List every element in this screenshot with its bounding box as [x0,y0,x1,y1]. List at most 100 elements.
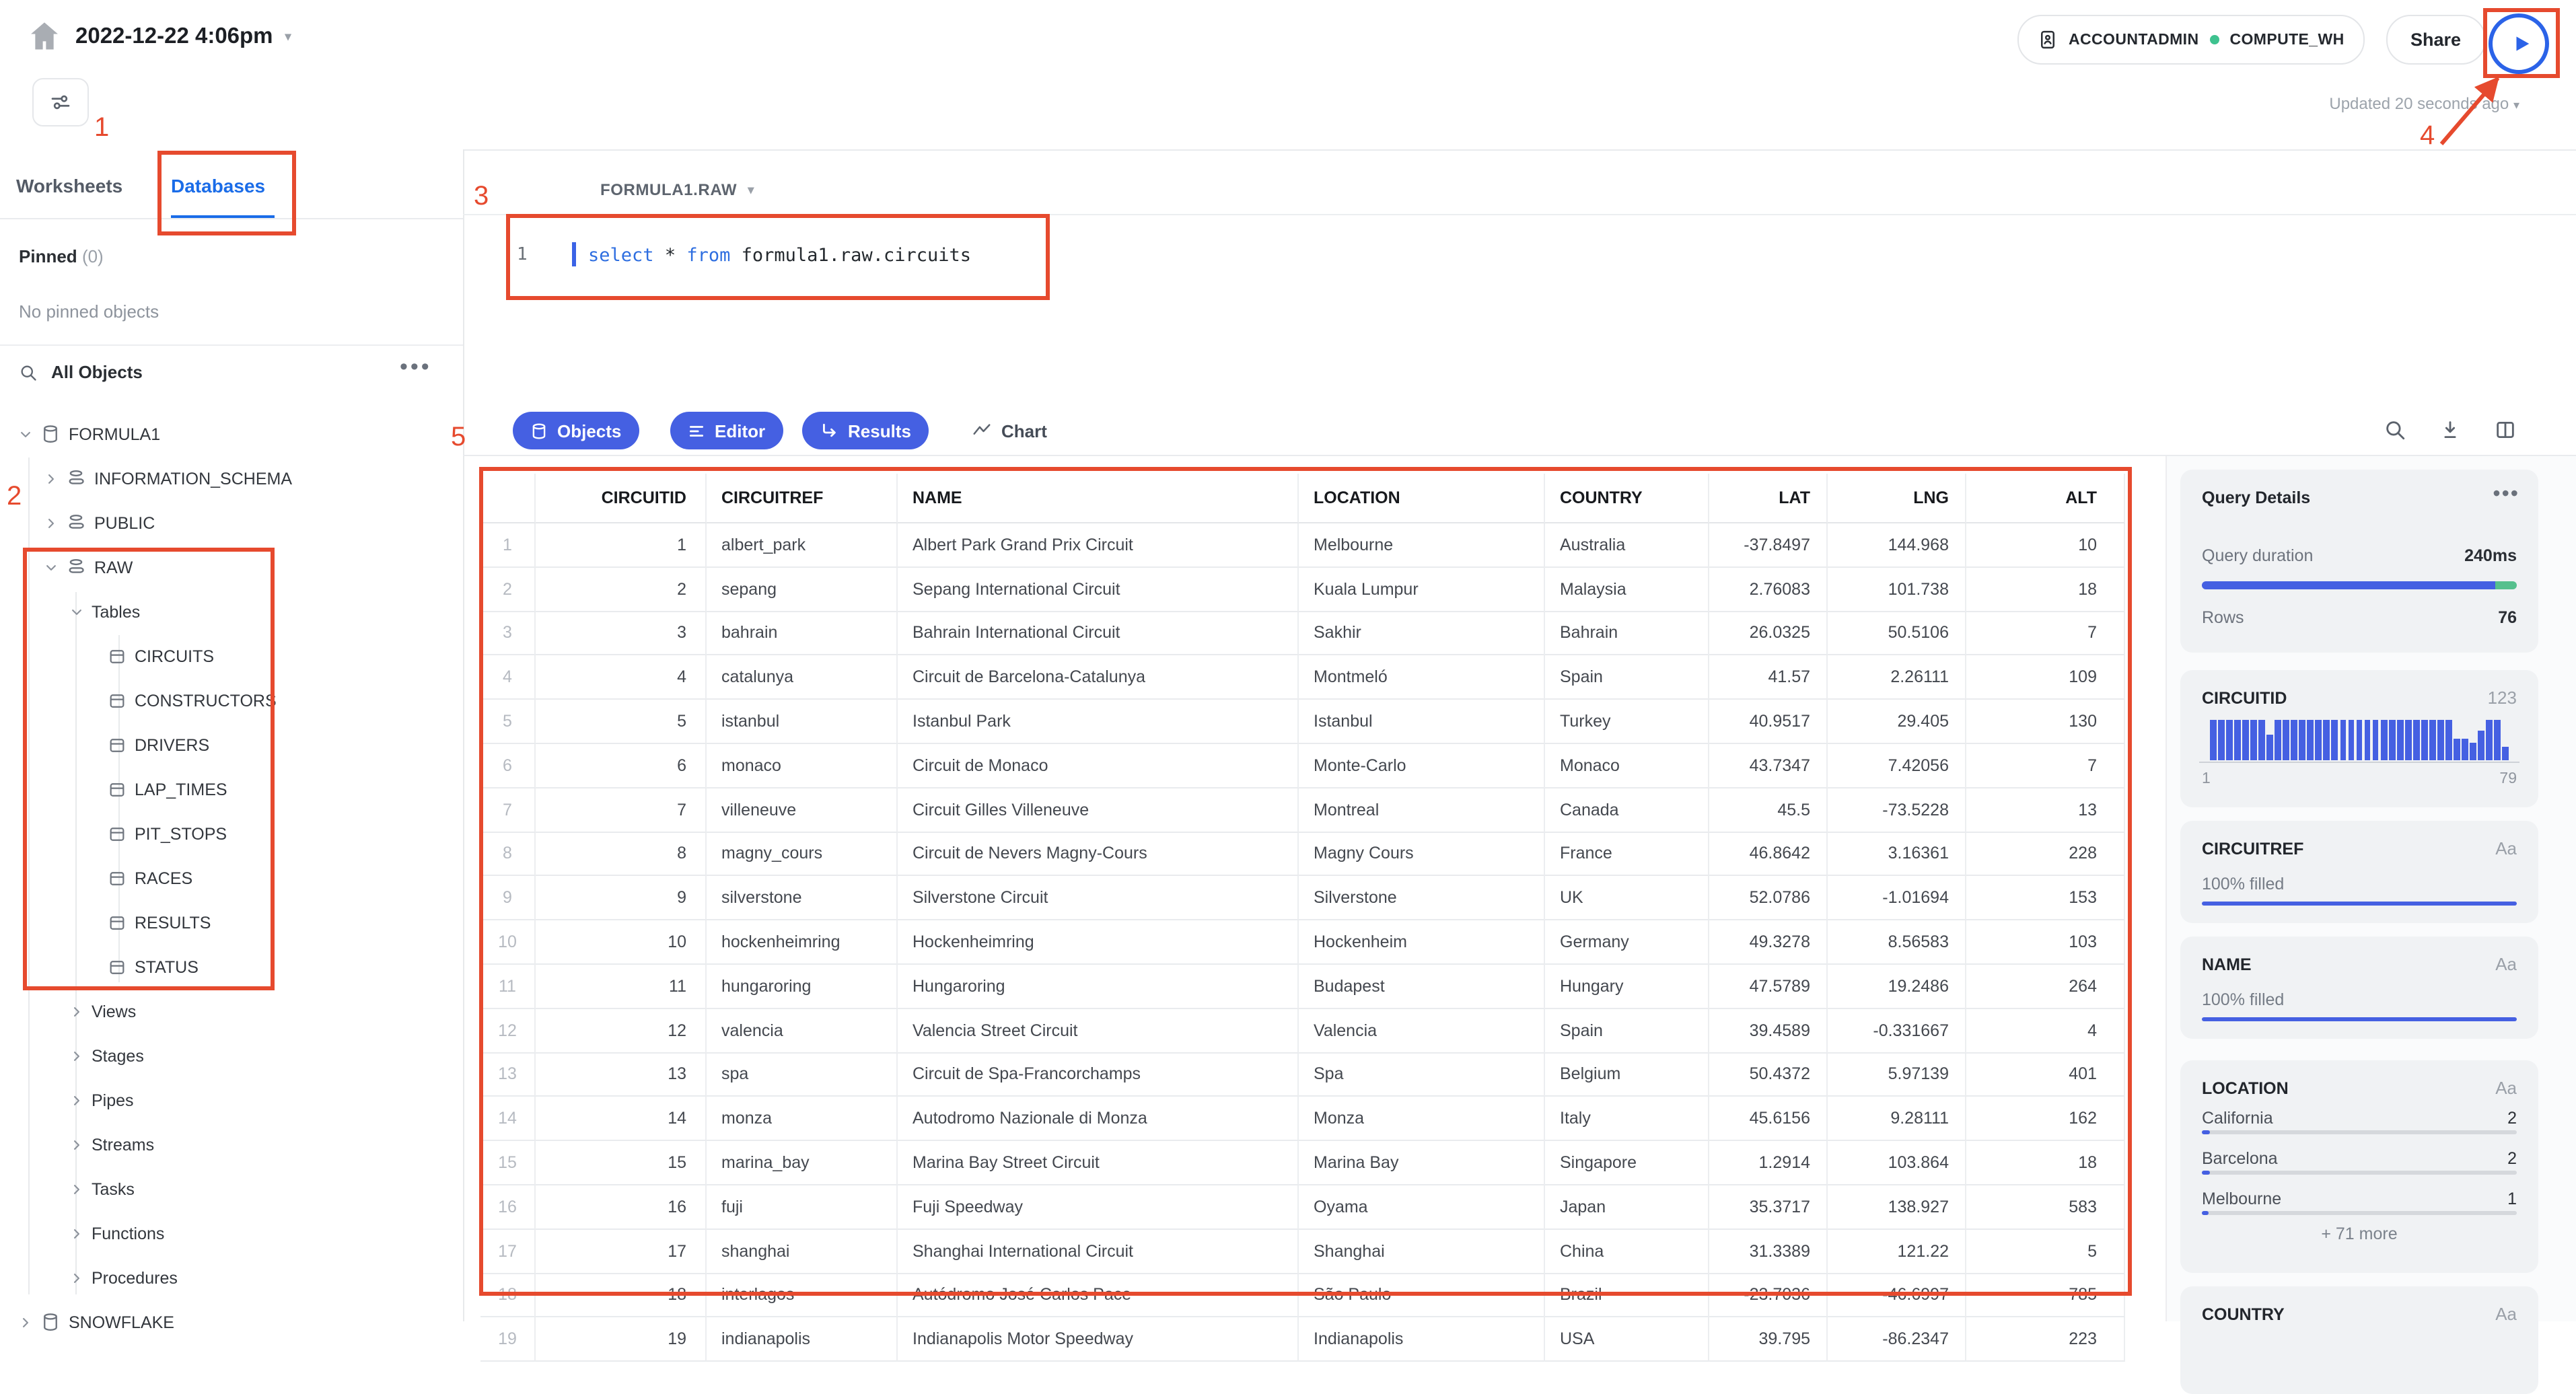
cell-circuitid[interactable]: 8 [536,832,707,877]
cell-lng[interactable]: 103.864 [1828,1141,1966,1185]
tree-item-procedures[interactable]: Procedures [0,1255,463,1300]
cell-lat[interactable]: 41.57 [1709,655,1828,700]
chevron-down-icon[interactable] [16,427,35,441]
cell-lng[interactable]: 121.22 [1828,1229,1966,1274]
cell-country[interactable]: Germany [1545,920,1709,965]
cell-circuitref[interactable]: silverstone [707,876,898,921]
chevron-right-icon[interactable] [16,1315,35,1329]
cell-alt[interactable]: 7 [1966,612,2125,656]
chevron-right-icon[interactable] [67,1226,86,1240]
cell-country[interactable]: Spain [1545,1008,1709,1054]
cell-lat[interactable]: 45.6156 [1709,1097,1828,1142]
cell-lat[interactable]: 35.3717 [1709,1185,1828,1230]
cell-country[interactable]: Australia [1545,523,1709,568]
tab-objects[interactable]: Objects [513,412,639,449]
cell-country[interactable]: Monaco [1545,743,1709,788]
tree-item-pipes[interactable]: Pipes [0,1078,463,1122]
cell-name[interactable]: Autódromo José Carlos Pace [898,1274,1299,1318]
cell-country[interactable]: Spain [1545,655,1709,700]
cell-lat[interactable]: 45.5 [1709,788,1828,833]
cell-location[interactable]: Magny Cours [1299,832,1545,877]
cell-lng[interactable]: 2.26111 [1828,655,1966,700]
cell-circuitid[interactable]: 18 [536,1274,707,1318]
cell-alt[interactable]: 4 [1966,1008,2125,1054]
column-header-lng[interactable]: LNG [1828,474,1966,523]
cell-lng[interactable]: -0.331667 [1828,1008,1966,1054]
search-results-button[interactable] [2374,409,2414,449]
tab-databases[interactable]: Databases [171,175,265,196]
cell-alt[interactable]: 109 [1966,655,2125,700]
cell-lng[interactable]: 101.738 [1828,567,1966,612]
tree-item-pit_stops[interactable]: PIT_STOPS [0,811,463,856]
tree-item-functions[interactable]: Functions [0,1211,463,1255]
cell-circuitref[interactable]: spa [707,1053,898,1097]
cell-name[interactable]: Silverstone Circuit [898,876,1299,921]
cell-country[interactable]: Italy [1545,1097,1709,1142]
tree-item-lap_times[interactable]: LAP_TIMES [0,767,463,811]
cell-circuitid[interactable]: 19 [536,1317,707,1362]
cell-circuitref[interactable]: hungaroring [707,964,898,1009]
cell-circuitref[interactable]: bahrain [707,612,898,656]
cell-circuitref[interactable]: istanbul [707,700,898,744]
cell-alt[interactable]: 130 [1966,700,2125,744]
cell-name[interactable]: Marina Bay Street Circuit [898,1141,1299,1185]
chevron-down-icon[interactable] [67,605,86,618]
cell-location[interactable]: Budapest [1299,964,1545,1009]
cell-location[interactable]: Monza [1299,1097,1545,1142]
cell-lng[interactable]: 138.927 [1828,1185,1966,1230]
tree-item-drivers[interactable]: DRIVERS [0,723,463,767]
cell-alt[interactable]: 18 [1966,567,2125,612]
filters-button[interactable] [32,78,89,126]
cell-lng[interactable]: 3.16361 [1828,832,1966,877]
cell-alt[interactable]: 18 [1966,1141,2125,1185]
cell-location[interactable]: Monte-Carlo [1299,743,1545,788]
cell-circuitid[interactable]: 16 [536,1185,707,1230]
cell-alt[interactable]: 785 [1966,1274,2125,1318]
chevron-right-icon[interactable] [67,1271,86,1284]
sql-line[interactable]: select * from formula1.raw.circuits [588,245,971,266]
cell-name[interactable]: Istanbul Park [898,700,1299,744]
tab-worksheets[interactable]: Worksheets [16,175,122,196]
tab-chart[interactable]: Chart [972,412,1047,449]
cell-circuitref[interactable]: hockenheimring [707,920,898,965]
cell-country[interactable]: Japan [1545,1185,1709,1230]
cell-location[interactable]: Hockenheim [1299,920,1545,965]
cell-lng[interactable]: -46.6997 [1828,1274,1966,1318]
cell-lng[interactable]: 144.968 [1828,523,1966,568]
cell-lat[interactable]: 52.0786 [1709,876,1828,921]
cell-country[interactable]: Turkey [1545,700,1709,744]
cell-location[interactable]: Marina Bay [1299,1141,1545,1185]
cell-lat[interactable]: 43.7347 [1709,743,1828,788]
column-header-alt[interactable]: ALT [1966,474,2125,523]
cell-name[interactable]: Fuji Speedway [898,1185,1299,1230]
cell-country[interactable]: Singapore [1545,1141,1709,1185]
tree-item-raw[interactable]: RAW [0,545,463,589]
cell-alt[interactable]: 5 [1966,1229,2125,1274]
cell-lng[interactable]: 9.28111 [1828,1097,1966,1142]
cell-name[interactable]: Circuit de Nevers Magny-Cours [898,832,1299,877]
cell-name[interactable]: Circuit Gilles Villeneuve [898,788,1299,833]
cell-country[interactable]: Hungary [1545,964,1709,1009]
cell-circuitref[interactable]: sepang [707,567,898,612]
cell-circuitref[interactable]: indianapolis [707,1317,898,1362]
cell-location[interactable]: Indianapolis [1299,1317,1545,1362]
tree-item-public[interactable]: PUBLIC [0,501,463,545]
column-header-location[interactable]: LOCATION [1299,474,1545,523]
tree-item-tables[interactable]: Tables [0,589,463,634]
chevron-down-icon[interactable] [42,560,61,574]
cell-lat[interactable]: 46.8642 [1709,832,1828,877]
tree-item-circuits[interactable]: CIRCUITS [0,634,463,678]
cell-lat[interactable]: 50.4372 [1709,1053,1828,1097]
cell-circuitid[interactable]: 2 [536,567,707,612]
cell-lng[interactable]: 50.5106 [1828,612,1966,656]
cell-circuitid[interactable]: 6 [536,743,707,788]
cell-alt[interactable]: 10 [1966,523,2125,568]
cell-location[interactable]: São Paulo [1299,1274,1545,1318]
cell-circuitref[interactable]: albert_park [707,523,898,568]
cell-alt[interactable]: 228 [1966,832,2125,877]
cell-location[interactable]: Montreal [1299,788,1545,833]
column-header-lat[interactable]: LAT [1709,474,1828,523]
cell-country[interactable]: Bahrain [1545,612,1709,656]
cell-lng[interactable]: 29.405 [1828,700,1966,744]
tree-item-stages[interactable]: Stages [0,1033,463,1078]
